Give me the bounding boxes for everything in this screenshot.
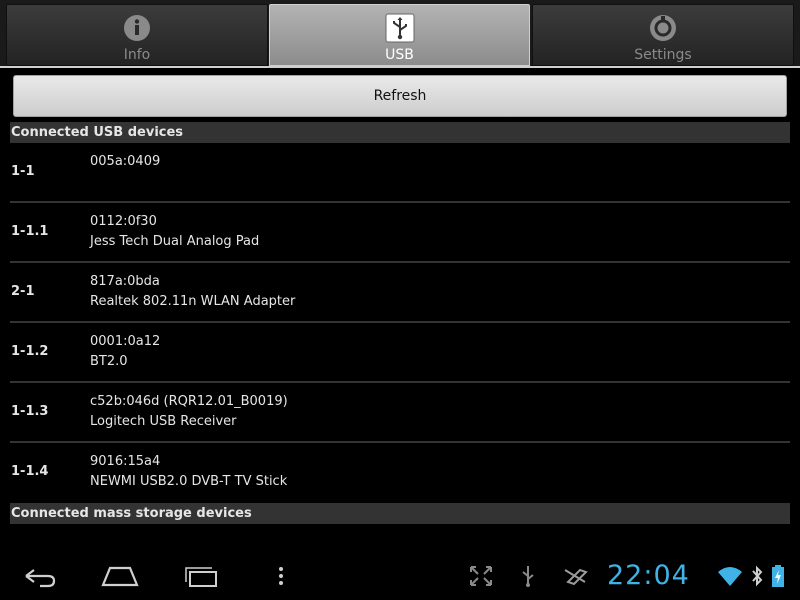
refresh-button[interactable]: Refresh bbox=[13, 75, 787, 117]
device-id: 9016:15a4 bbox=[90, 454, 161, 469]
device-id: 005a:0409 bbox=[90, 154, 161, 169]
usb-debug-icon bbox=[522, 566, 534, 587]
device-address: 1-1.2 bbox=[11, 344, 49, 359]
device-address: 1-1.3 bbox=[11, 404, 49, 419]
bluetooth-icon bbox=[752, 565, 763, 587]
device-name: Jess Tech Dual Analog Pad bbox=[90, 234, 260, 249]
tab-usb-label: USB bbox=[385, 47, 414, 63]
device-list: Connected USB devices 1-1 005a:0409 1-1.… bbox=[10, 122, 790, 524]
tab-settings[interactable]: Settings bbox=[532, 4, 794, 66]
tab-info-label: Info bbox=[123, 47, 151, 63]
section-header-usb-devices: Connected USB devices bbox=[10, 122, 790, 143]
list-item[interactable]: 1-1 005a:0409 bbox=[10, 143, 790, 203]
airplane-icon bbox=[564, 568, 588, 586]
device-address: 1-1.1 bbox=[11, 224, 49, 239]
screen-compat-icon[interactable] bbox=[468, 562, 494, 590]
back-icon[interactable] bbox=[20, 562, 60, 590]
status-clock: 22:04 bbox=[607, 560, 690, 591]
device-name: Realtek 802.11n WLAN Adapter bbox=[90, 294, 296, 309]
device-id: 817a:0bda bbox=[90, 274, 160, 289]
info-icon bbox=[124, 15, 150, 41]
list-item[interactable]: 1-1.3 c52b:046d (RQR12.01_B0019) Logitec… bbox=[10, 383, 790, 443]
battery-icon bbox=[772, 565, 784, 587]
device-id: c52b:046d (RQR12.01_B0019) bbox=[90, 394, 288, 409]
settings-icon bbox=[650, 15, 676, 41]
device-name: NEWMI USB2.0 DVB-T TV Stick bbox=[90, 474, 288, 489]
menu-icon[interactable] bbox=[274, 562, 288, 590]
device-address: 2-1 bbox=[11, 284, 35, 299]
tab-usb[interactable]: USB bbox=[269, 4, 530, 66]
tab-settings-label: Settings bbox=[634, 47, 692, 63]
tab-bar: Info USB Settings bbox=[0, 0, 800, 68]
wifi-icon bbox=[718, 567, 742, 586]
device-address: 1-1 bbox=[11, 164, 35, 179]
list-item[interactable]: 2-1 817a:0bda Realtek 802.11n WLAN Adapt… bbox=[10, 263, 790, 323]
usb-icon bbox=[385, 13, 414, 43]
section-header-mass-storage: Connected mass storage devices bbox=[10, 503, 790, 524]
tab-underline bbox=[0, 66, 800, 68]
list-item[interactable]: 1-1.4 9016:15a4 NEWMI USB2.0 DVB-T TV St… bbox=[10, 443, 790, 503]
device-name: Logitech USB Receiver bbox=[90, 414, 237, 429]
device-address: 1-1.4 bbox=[11, 464, 49, 479]
device-name: BT2.0 bbox=[90, 354, 128, 369]
tab-info[interactable]: Info bbox=[6, 4, 268, 66]
list-item[interactable]: 1-1.2 0001:0a12 BT2.0 bbox=[10, 323, 790, 383]
device-id: 0001:0a12 bbox=[90, 334, 161, 349]
home-icon[interactable] bbox=[100, 562, 140, 590]
recent-apps-icon[interactable] bbox=[182, 562, 222, 590]
device-id: 0112:0f30 bbox=[90, 214, 157, 229]
list-item[interactable]: 1-1.1 0112:0f30 Jess Tech Dual Analog Pa… bbox=[10, 203, 790, 263]
